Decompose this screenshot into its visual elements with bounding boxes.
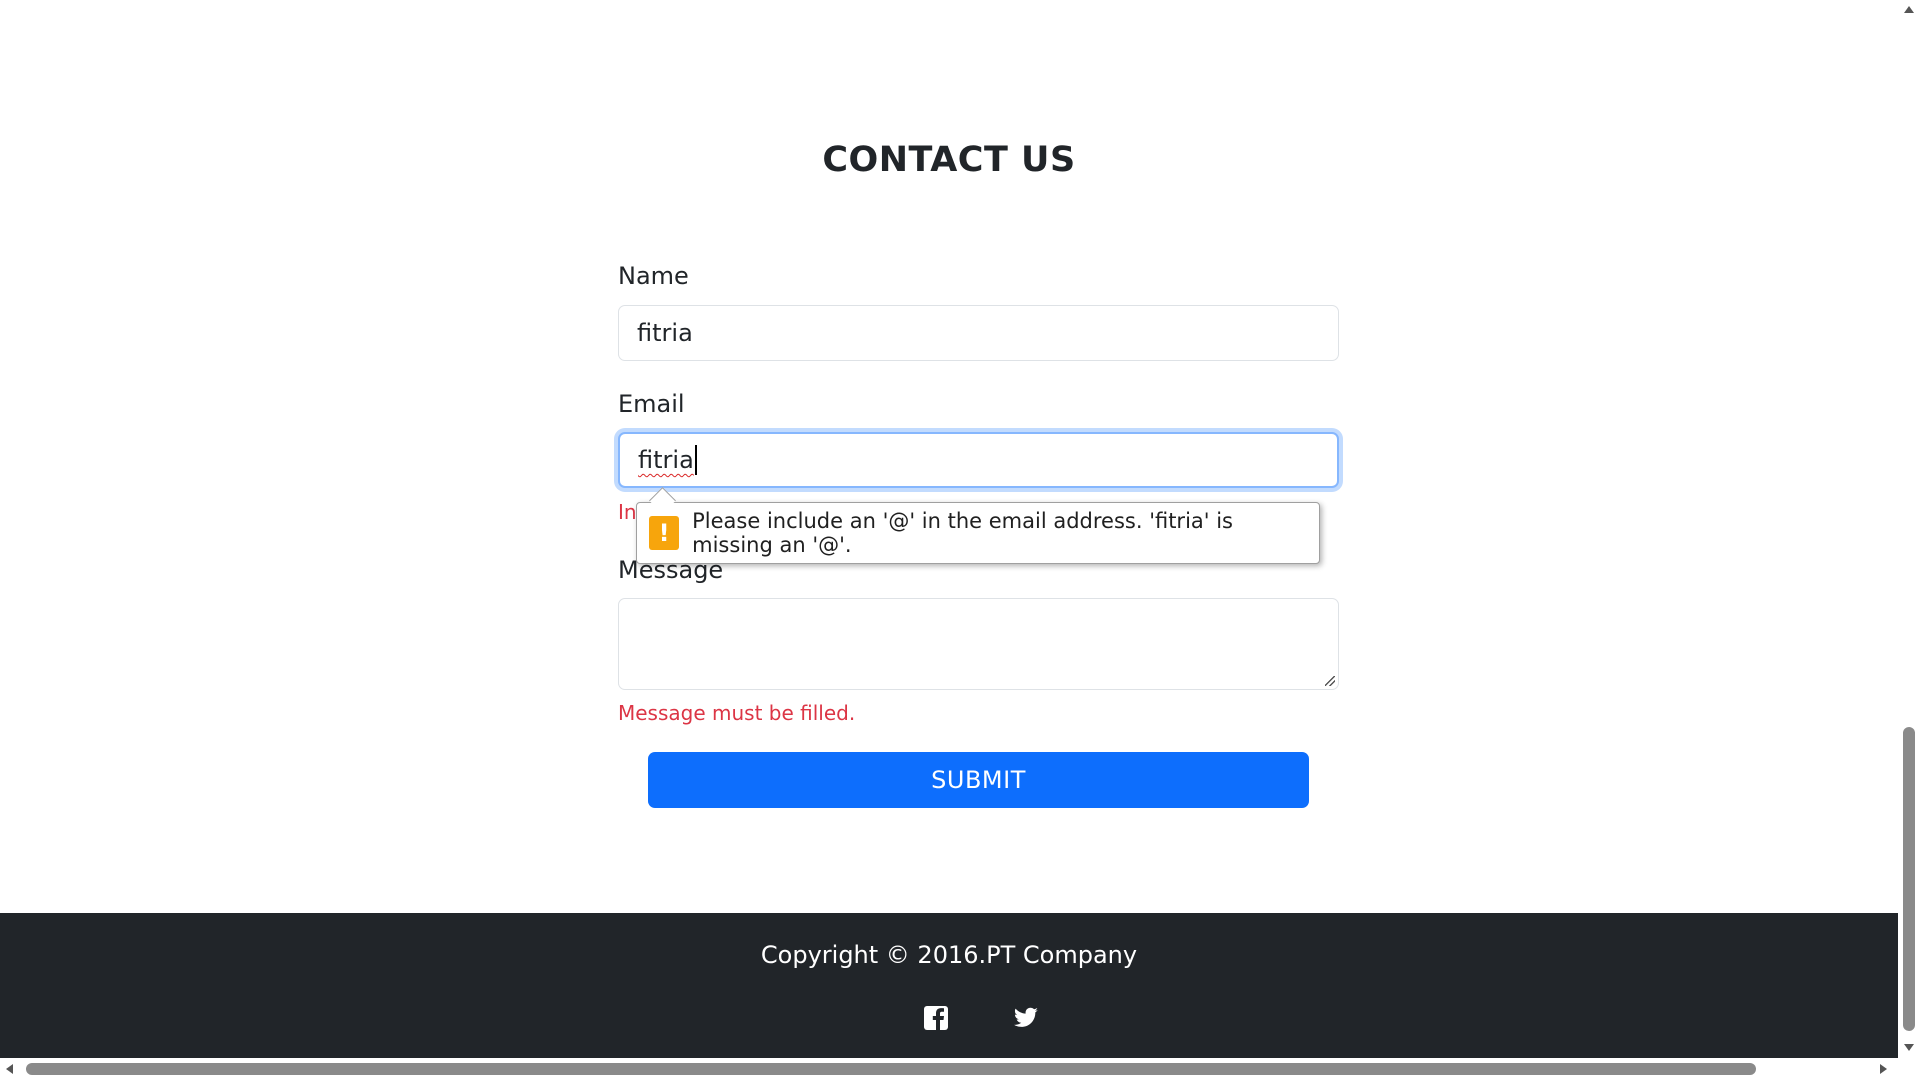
twitter-icon[interactable] xyxy=(1012,1005,1040,1031)
message-textarea[interactable] xyxy=(618,598,1339,690)
name-input-value: fitria xyxy=(637,319,693,347)
name-input[interactable]: fitria xyxy=(618,305,1339,361)
tooltip-arrow xyxy=(649,487,676,514)
page-title: CONTACT US xyxy=(822,140,1076,180)
scroll-right-icon[interactable] xyxy=(1880,1064,1887,1074)
facebook-icon[interactable] xyxy=(923,1005,949,1031)
submit-button[interactable]: SUBMIT xyxy=(648,752,1309,808)
email-label: Email xyxy=(618,390,685,418)
resize-grip-icon[interactable] xyxy=(1325,676,1335,686)
vertical-scroll-thumb[interactable] xyxy=(1903,727,1915,1031)
copyright-text: Copyright © 2016.PT Company xyxy=(760,941,1138,969)
email-input-value: fitria xyxy=(638,446,694,474)
email-input[interactable]: fitria xyxy=(618,432,1339,488)
scroll-left-icon[interactable] xyxy=(6,1064,13,1074)
warning-icon: ! xyxy=(649,516,680,550)
horizontal-scrollbar[interactable] xyxy=(0,1058,1920,1080)
email-error: In xyxy=(618,500,637,524)
text-caret xyxy=(694,445,697,475)
vertical-scrollbar[interactable] xyxy=(1898,0,1920,1058)
footer: Copyright © 2016.PT Company xyxy=(0,913,1898,1058)
validation-message: Please include an '@' in the email addre… xyxy=(692,509,1233,557)
email-validation-tooltip: ! Please include an '@' in the email add… xyxy=(636,487,1320,564)
message-error: Message must be filled. xyxy=(618,701,856,725)
horizontal-scroll-thumb[interactable] xyxy=(26,1063,1756,1075)
name-label: Name xyxy=(618,262,689,290)
page: CONTACT US Name fitria Email fitria In M… xyxy=(0,0,1898,1058)
scroll-up-icon[interactable] xyxy=(1904,6,1914,13)
scroll-down-icon[interactable] xyxy=(1904,1044,1914,1051)
